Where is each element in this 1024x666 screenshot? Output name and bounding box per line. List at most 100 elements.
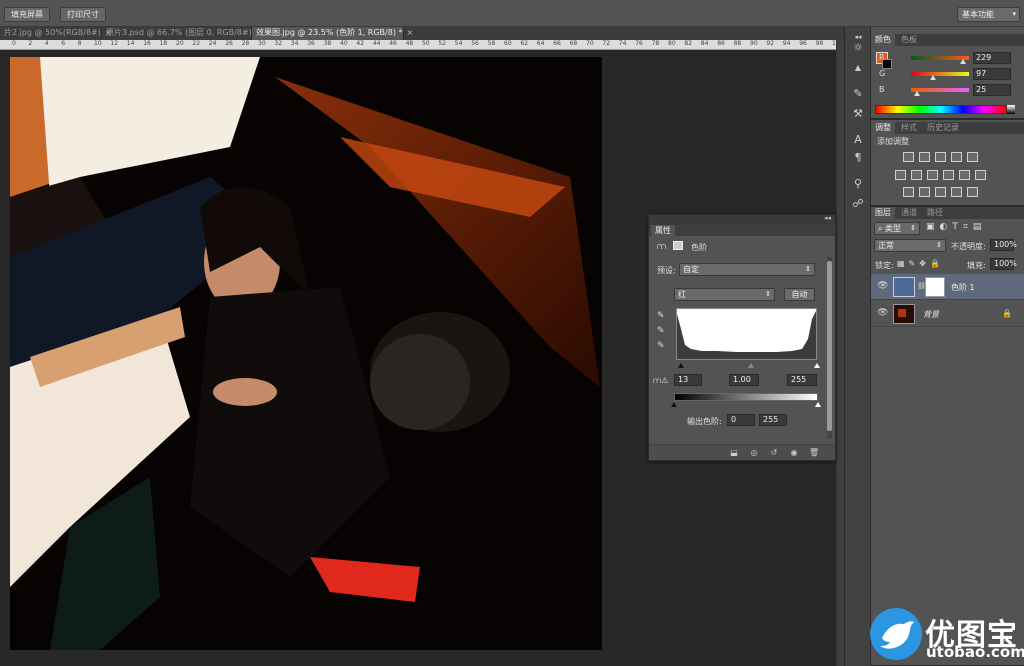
doc-tab-2[interactable]: 原片3.psd @ 66.7% (图层 0, RGB/8#)× xyxy=(102,27,262,40)
color-spectrum-bar[interactable] xyxy=(875,105,1007,114)
layer-name[interactable]: 背景 xyxy=(923,309,939,320)
tab-channels[interactable]: 通道 xyxy=(897,207,921,219)
brightness-icon[interactable] xyxy=(903,152,914,162)
vibrance-adj-icon[interactable] xyxy=(967,152,978,162)
adjustments-icon[interactable]: ☼ xyxy=(851,41,865,55)
fill-field[interactable]: 100% xyxy=(990,258,1017,270)
workspace-switcher[interactable]: 基本功能 ▾ xyxy=(957,7,1020,22)
doc-tab-1[interactable]: 片2.jpg @ 50%(RGB/8#) × xyxy=(0,27,112,40)
exposure-adj-icon[interactable] xyxy=(951,152,962,162)
curves-adj-icon[interactable] xyxy=(935,152,946,162)
output-white-field[interactable]: 255 xyxy=(759,414,787,426)
search-icon: ⌕ xyxy=(878,224,886,233)
input-white-field[interactable]: 255 xyxy=(787,374,817,386)
mask-icon[interactable] xyxy=(673,241,683,250)
color-lookup-adj-icon[interactable] xyxy=(975,170,986,180)
black-eyedropper-icon[interactable]: ✎ xyxy=(657,311,665,321)
character-icon[interactable]: A xyxy=(851,133,865,147)
bw-adj-icon[interactable] xyxy=(927,170,938,180)
tab-color[interactable]: 颜色 xyxy=(871,34,895,46)
layer-row-background[interactable]: 👁 背景 🔒 xyxy=(871,301,1024,327)
input-white-slider[interactable] xyxy=(814,363,820,368)
tab-history[interactable]: 历史记录 xyxy=(923,122,963,134)
tool-presets-icon[interactable]: ⚒ xyxy=(851,107,865,121)
channel-dropdown[interactable]: 红 ⇕ xyxy=(674,288,775,301)
threshold-adj-icon[interactable] xyxy=(935,187,946,197)
properties-tab[interactable]: 属性 xyxy=(651,225,675,236)
close-icon[interactable]: × xyxy=(407,28,414,37)
posterize-adj-icon[interactable] xyxy=(919,187,930,197)
tab-paths[interactable]: 路径 xyxy=(923,207,947,219)
input-gamma-field[interactable]: 1.00 xyxy=(729,374,759,386)
opacity-label: 不透明度: xyxy=(951,242,986,251)
blend-mode-dropdown[interactable]: 正常 ⇕ xyxy=(874,239,946,252)
eye-icon[interactable]: 👁 xyxy=(877,308,888,318)
levels-icon: ⩋ xyxy=(657,242,667,252)
ruler-tick: 50 xyxy=(422,40,430,47)
scrollbar-thumb[interactable] xyxy=(827,261,832,431)
ruler-tick: 28 xyxy=(241,40,250,47)
collapse-icon[interactable]: ◂◂ xyxy=(824,214,831,222)
layer-name[interactable]: 色阶 1 xyxy=(951,282,975,293)
input-black-slider[interactable] xyxy=(678,363,684,368)
document-tabs: 片2.jpg @ 50%(RGB/8#) × 原片3.psd @ 66.7% (图… xyxy=(0,27,844,40)
eye-icon[interactable]: 👁 xyxy=(877,281,888,291)
ruler-tick: 68 xyxy=(569,40,578,47)
green-slider[interactable] xyxy=(911,72,969,76)
gray-eyedropper-icon[interactable]: ✎ xyxy=(657,326,665,336)
hue-sat-adj-icon[interactable] xyxy=(895,170,906,180)
blue-value-field[interactable]: 25 xyxy=(973,84,1011,96)
channel-mixer-adj-icon[interactable] xyxy=(959,170,970,180)
properties-panel-header[interactable]: ◂◂ xyxy=(649,214,835,225)
fill-screen-button[interactable]: 填充屏幕 xyxy=(4,7,50,22)
preset-dropdown[interactable]: 自定 ⇕ xyxy=(679,263,815,276)
chevron-down-icon: ▾ xyxy=(1012,10,1016,18)
properties-scrollbar[interactable] xyxy=(827,257,832,439)
levels-adj-icon[interactable] xyxy=(919,152,930,162)
layer-filter-icons[interactable]: ▣◐T⌗▤ xyxy=(926,222,986,232)
green-value-field[interactable]: 97 xyxy=(973,68,1011,80)
clone-source-icon[interactable]: ⚲ xyxy=(851,177,865,191)
output-black-slider[interactable] xyxy=(671,402,677,407)
layer-filter-kind[interactable]: ⌕ 类型 ⇕ xyxy=(874,222,920,235)
tab-swatches[interactable]: 色板 xyxy=(897,34,921,46)
layer-mask-thumbnail[interactable] xyxy=(925,277,945,297)
print-size-button[interactable]: 打印尺寸 xyxy=(60,7,106,22)
gradient-map-adj-icon[interactable] xyxy=(951,187,962,197)
brush-icon[interactable]: ✎ xyxy=(851,87,865,101)
doc-tab-3-active[interactable]: 效果图.jpg @ 23.5% (色阶 1, RGB/8) * × xyxy=(252,27,413,40)
tab-styles[interactable]: 样式 xyxy=(897,122,921,134)
blue-slider-thumb[interactable] xyxy=(914,91,920,96)
output-black-field[interactable]: 0 xyxy=(727,414,755,426)
color-balance-adj-icon[interactable] xyxy=(911,170,922,180)
watermark-bird-logo xyxy=(870,608,922,660)
document-image[interactable] xyxy=(10,57,602,650)
input-black-field[interactable]: 13 xyxy=(674,374,702,386)
green-slider-thumb[interactable] xyxy=(930,75,936,80)
reset-icon[interactable]: ↺ xyxy=(769,448,779,457)
opacity-field[interactable]: 100% xyxy=(990,239,1017,251)
input-gamma-slider[interactable] xyxy=(748,363,754,368)
clipping-warning-icon[interactable]: ⩋⚠ xyxy=(653,376,668,386)
white-eyedropper-icon[interactable]: ✎ xyxy=(657,341,665,351)
view-previous-icon[interactable]: ◎ xyxy=(749,448,759,457)
histogram-icon[interactable]: ▲ xyxy=(851,61,865,75)
photo-filter-adj-icon[interactable] xyxy=(943,170,954,180)
auto-button[interactable]: 自动 xyxy=(784,288,815,301)
output-white-slider[interactable] xyxy=(815,402,821,407)
tab-layers[interactable]: 图层 xyxy=(871,207,895,219)
paragraph-icon[interactable]: ¶ xyxy=(851,151,865,165)
clip-to-layer-icon[interactable]: ⬓ xyxy=(729,448,739,457)
red-slider-thumb[interactable] xyxy=(960,59,966,64)
lock-icons[interactable]: ▦✎✥🔒 xyxy=(897,259,944,268)
bw-ramp[interactable] xyxy=(1007,105,1015,114)
layer-row-levels[interactable]: 👁 ⛓ 色阶 1 xyxy=(871,274,1024,300)
selective-color-adj-icon[interactable] xyxy=(967,187,978,197)
invert-adj-icon[interactable] xyxy=(903,187,914,197)
tab-adjustments[interactable]: 调整 xyxy=(871,122,895,134)
red-value-field[interactable]: 229 xyxy=(973,52,1011,64)
actions-icon[interactable]: ☍ xyxy=(851,197,865,211)
ruler-tick: 14 xyxy=(126,40,135,47)
visibility-icon[interactable]: ◉ xyxy=(789,448,799,457)
trash-icon[interactable]: 🗑 xyxy=(809,448,819,457)
